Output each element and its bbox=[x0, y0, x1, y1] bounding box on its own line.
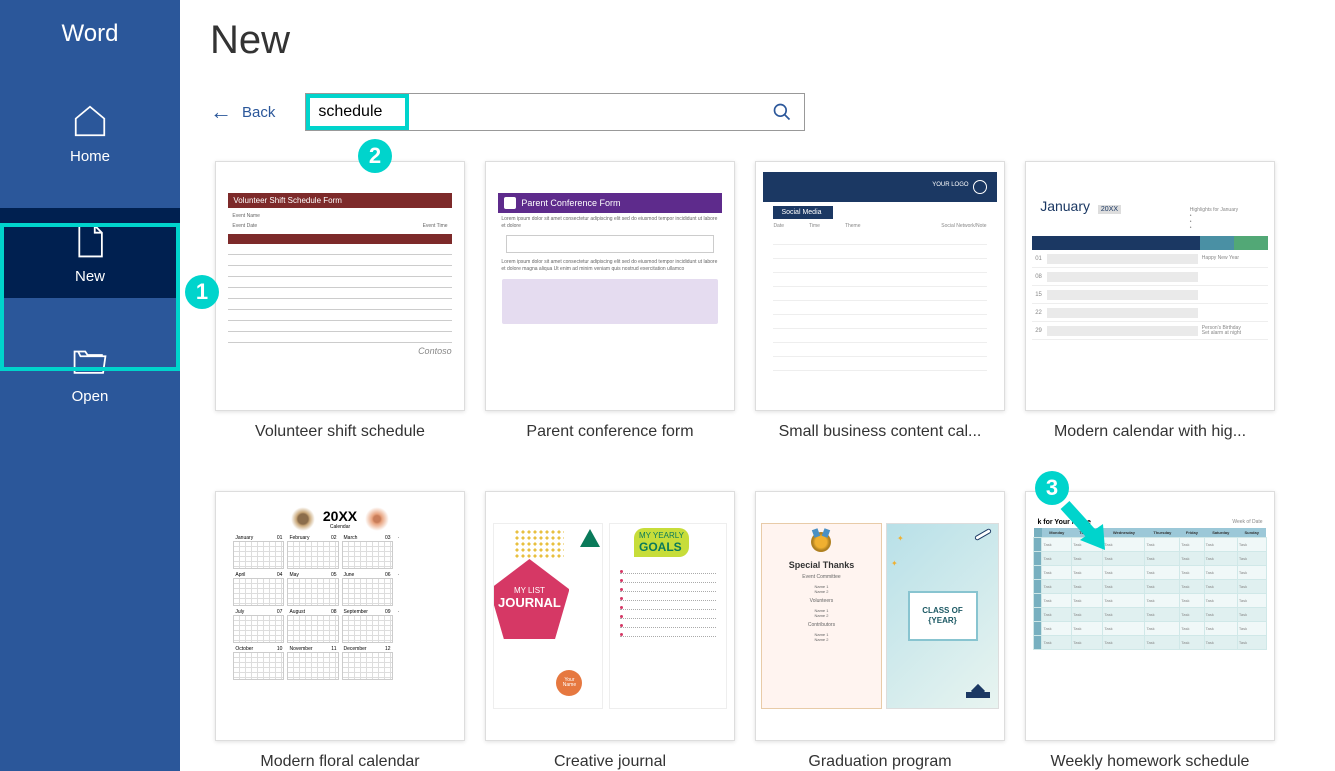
sidebar-item-home[interactable]: Home bbox=[0, 88, 180, 178]
triangle-icon bbox=[580, 529, 600, 547]
scroll-icon bbox=[974, 528, 992, 541]
template-label: Modern floral calendar bbox=[260, 753, 419, 771]
search-row: ← Back bbox=[210, 93, 1295, 131]
graduation-cap-icon bbox=[966, 692, 990, 698]
open-folder-icon bbox=[71, 342, 109, 380]
template-label: Small business content cal... bbox=[779, 423, 982, 441]
template-label: Graduation program bbox=[808, 753, 951, 771]
sidebar-label-home: Home bbox=[70, 148, 110, 165]
logo-icon bbox=[973, 180, 987, 194]
template-label: Modern calendar with hig... bbox=[1054, 423, 1246, 441]
search-button[interactable] bbox=[759, 94, 804, 130]
template-modern-floral-calendar[interactable]: 20XXCalendar January01 February02 March0… bbox=[210, 491, 470, 771]
template-creative-journal[interactable]: MY LISTJOURNAL YourName MY YEARLYGOALS C… bbox=[480, 491, 740, 771]
template-thumb: Parent Conference Form Lorem ipsum dolor… bbox=[485, 161, 735, 411]
sidebar-label-open: Open bbox=[72, 388, 109, 405]
sidebar-item-new[interactable]: New bbox=[0, 208, 180, 298]
back-label: Back bbox=[242, 104, 275, 121]
template-modern-calendar-with-highlights[interactable]: January 20XXHighlights for January••• 01… bbox=[1020, 161, 1280, 441]
template-thumb: Volunteer Shift Schedule Form Event Name… bbox=[215, 161, 465, 411]
flower-icon bbox=[291, 507, 315, 531]
medal-icon bbox=[811, 532, 831, 552]
search-box bbox=[305, 93, 805, 131]
back-button[interactable]: ← Back bbox=[210, 99, 275, 125]
sidebar: Word Home New Open bbox=[0, 0, 180, 771]
search-input[interactable] bbox=[306, 94, 759, 130]
sidebar-label-new: New bbox=[75, 268, 105, 285]
template-small-business-content-calendar[interactable]: YOUR LOGO Social Media DateTimeThemeSoci… bbox=[750, 161, 1010, 441]
template-parent-conference-form[interactable]: Parent Conference Form Lorem ipsum dolor… bbox=[480, 161, 740, 441]
page-title: New bbox=[210, 18, 1295, 63]
home-icon bbox=[71, 102, 109, 140]
template-thumb: MY LISTJOURNAL YourName MY YEARLYGOALS bbox=[485, 491, 735, 741]
template-label: Parent conference form bbox=[526, 423, 693, 441]
app-name: Word bbox=[62, 20, 119, 48]
template-thumb: Special Thanks Event Committee Name 1Nam… bbox=[755, 491, 1005, 741]
back-arrow-icon: ← bbox=[210, 99, 232, 125]
template-label: Volunteer shift schedule bbox=[255, 423, 425, 441]
template-thumb: January 20XXHighlights for January••• 01… bbox=[1025, 161, 1275, 411]
new-doc-icon bbox=[71, 222, 109, 260]
search-icon bbox=[772, 102, 792, 122]
template-grid: Volunteer Shift Schedule Form Event Name… bbox=[210, 161, 1295, 771]
thumb-header: Volunteer Shift Schedule Form bbox=[228, 193, 451, 208]
template-thumb: YOUR LOGO Social Media DateTimeThemeSoci… bbox=[755, 161, 1005, 411]
sidebar-item-open[interactable]: Open bbox=[0, 328, 180, 418]
template-volunteer-shift-schedule[interactable]: Volunteer Shift Schedule Form Event Name… bbox=[210, 161, 470, 441]
template-label: Creative journal bbox=[554, 753, 666, 771]
template-thumb: 20XXCalendar January01 February02 March0… bbox=[215, 491, 465, 741]
template-weekly-homework-schedule[interactable]: k for Your NameWeek of Date MondayTuesda… bbox=[1020, 491, 1280, 771]
template-thumb: k for Your NameWeek of Date MondayTuesda… bbox=[1025, 491, 1275, 741]
flower-icon bbox=[365, 507, 389, 531]
circle-icon: YourName bbox=[556, 670, 582, 696]
thumb-logo: Contoso bbox=[228, 346, 451, 356]
template-graduation-program[interactable]: Special Thanks Event Committee Name 1Nam… bbox=[750, 491, 1010, 771]
main-panel: New ← Back 2 Volunteer Shift Schedule Fo… bbox=[180, 0, 1335, 771]
template-label: Weekly homework schedule bbox=[1051, 753, 1250, 771]
